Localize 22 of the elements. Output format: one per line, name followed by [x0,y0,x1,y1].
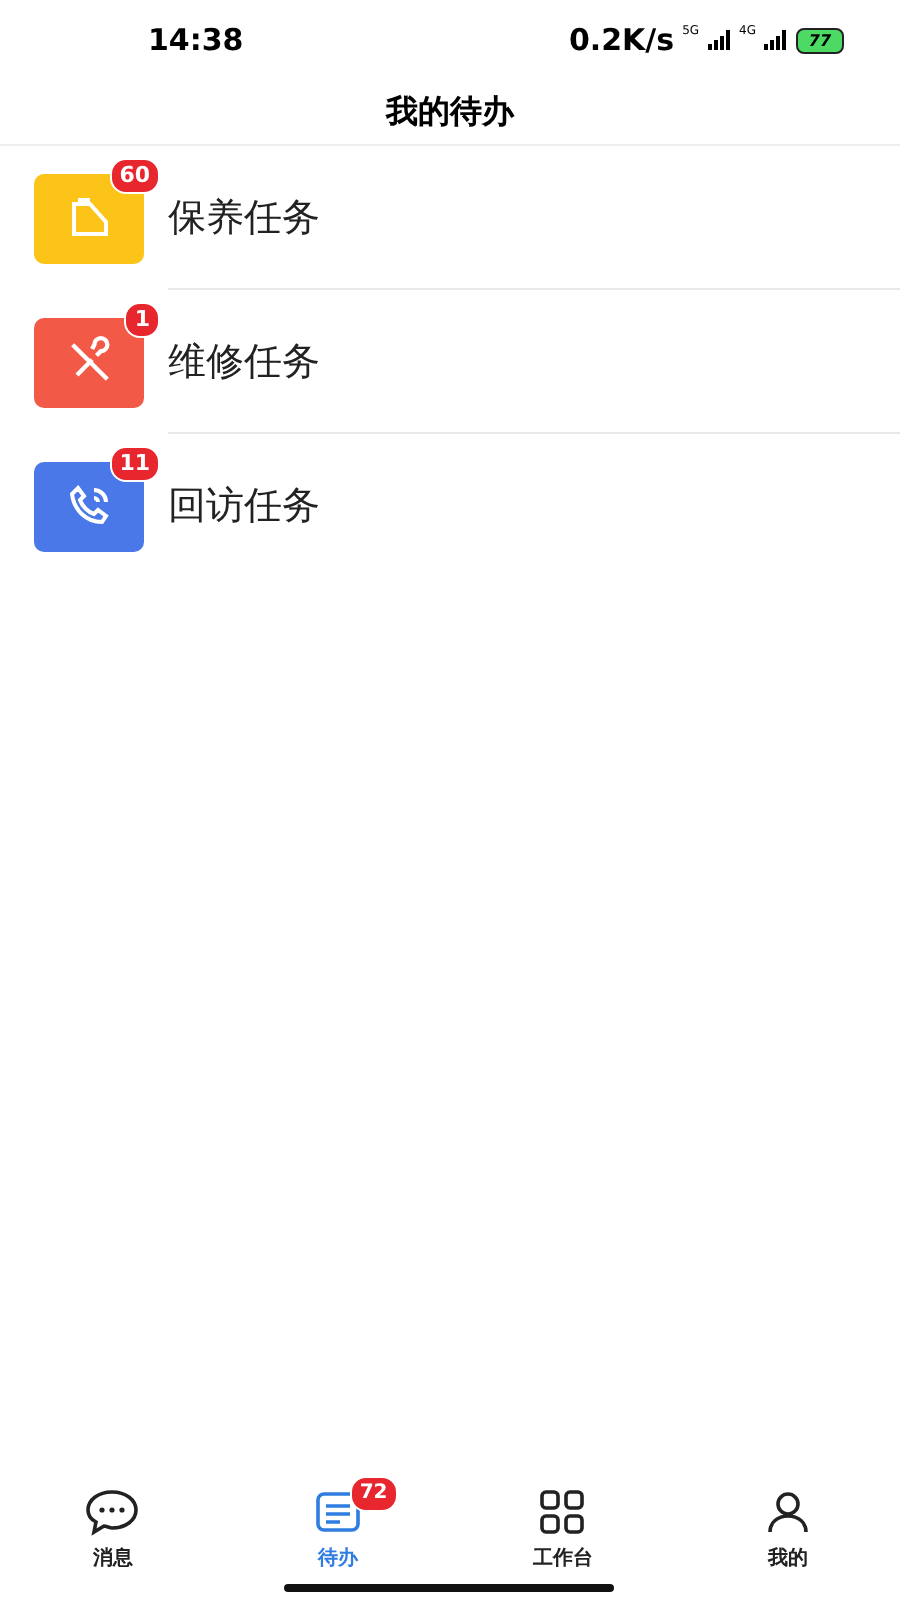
count-badge: 60 [109,157,160,193]
person-icon [763,1488,812,1536]
grid-icon [538,1488,587,1536]
phone-icon [65,482,113,530]
tab-item[interactable]: 工作台 [450,1460,675,1600]
task-label[interactable]: 维修任务 [168,336,320,388]
task-label[interactable]: 回访任务 [168,480,320,532]
signal-icon [707,30,732,50]
count-badge: 1 [124,301,160,337]
tab-item[interactable]: 我的 [675,1460,900,1600]
signal-icon [764,30,788,50]
count-badge: 72 [349,1476,398,1512]
list-icon [313,1488,362,1536]
chat-icon [84,1488,141,1536]
network-speed: 0.2K/s [568,22,675,58]
tab-item[interactable]: 消息 [0,1460,225,1600]
tab-item[interactable]: 72 待办 [225,1460,450,1600]
battery-level: 77 [796,27,844,53]
clock-time: 14:38 [148,22,244,58]
task-label[interactable]: 保养任务 [168,192,320,244]
count-badge: 11 [109,445,160,481]
page-title: 我的待办 [0,80,900,146]
